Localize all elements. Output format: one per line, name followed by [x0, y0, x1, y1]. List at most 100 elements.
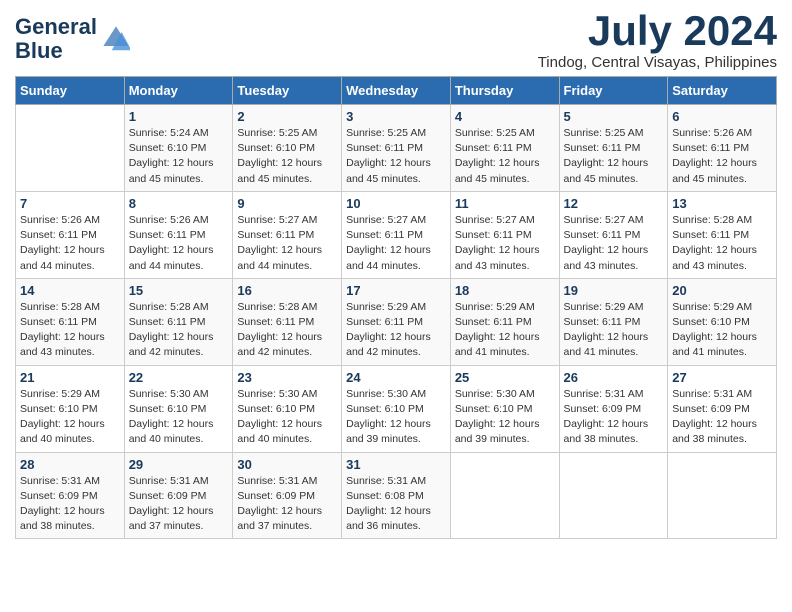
day-info: Sunrise: 5:29 AM Sunset: 6:11 PM Dayligh…	[455, 300, 555, 361]
calendar-cell: 25 Sunrise: 5:30 AM Sunset: 6:10 PM Dayli…	[450, 365, 559, 452]
calendar-cell: 18 Sunrise: 5:29 AM Sunset: 6:11 PM Dayli…	[450, 278, 559, 365]
day-number: 5	[564, 109, 664, 124]
day-number: 9	[237, 196, 337, 211]
day-number: 21	[20, 370, 120, 385]
day-number: 4	[455, 109, 555, 124]
calendar-cell: 6Sunrise: 5:26 AM Sunset: 6:11 PM Daylig…	[668, 105, 777, 192]
day-info: Sunrise: 5:25 AM Sunset: 6:11 PM Dayligh…	[346, 126, 446, 187]
day-of-week-header: Saturday	[668, 77, 777, 105]
day-info: Sunrise: 5:29 AM Sunset: 6:11 PM Dayligh…	[346, 300, 446, 361]
day-number: 24	[346, 370, 446, 385]
day-number: 10	[346, 196, 446, 211]
day-number: 19	[564, 283, 664, 298]
day-number: 14	[20, 283, 120, 298]
day-info: Sunrise: 5:29 AM Sunset: 6:11 PM Dayligh…	[564, 300, 664, 361]
calendar-cell	[559, 452, 668, 539]
calendar-cell: 11 Sunrise: 5:27 AM Sunset: 6:11 PM Dayli…	[450, 191, 559, 278]
day-info: Sunrise: 5:30 AM Sunset: 6:10 PM Dayligh…	[237, 387, 337, 448]
calendar-cell: 20 Sunrise: 5:29 AM Sunset: 6:10 PM Dayli…	[668, 278, 777, 365]
day-of-week-header: Sunday	[16, 77, 125, 105]
day-number: 20	[672, 283, 772, 298]
day-number: 12	[564, 196, 664, 211]
day-of-week-header: Tuesday	[233, 77, 342, 105]
day-info: Sunrise: 5:31 AM Sunset: 6:09 PM Dayligh…	[564, 387, 664, 448]
day-info: Sunrise: 5:26 AM Sunset: 6:11 PM Dayligh…	[20, 213, 120, 274]
day-info: Sunrise: 5:28 AM Sunset: 6:11 PM Dayligh…	[237, 300, 337, 361]
day-number: 16	[237, 283, 337, 298]
calendar-cell: 8 Sunrise: 5:26 AM Sunset: 6:11 PM Daylig…	[124, 191, 233, 278]
days-of-week-row: SundayMondayTuesdayWednesdayThursdayFrid…	[16, 77, 777, 105]
day-of-week-header: Friday	[559, 77, 668, 105]
calendar-cell: 30 Sunrise: 5:31 AM Sunset: 6:09 PM Dayli…	[233, 452, 342, 539]
calendar-cell: 16 Sunrise: 5:28 AM Sunset: 6:11 PM Dayli…	[233, 278, 342, 365]
day-of-week-header: Thursday	[450, 77, 559, 105]
day-number: 3	[346, 109, 446, 124]
calendar-body: 1 Sunrise: 5:24 AM Sunset: 6:10 PM Daylig…	[16, 105, 777, 539]
day-info: Sunrise: 5:28 AM Sunset: 6:11 PM Dayligh…	[129, 300, 229, 361]
day-number: 15	[129, 283, 229, 298]
day-info: Sunrise: 5:31 AM Sunset: 6:09 PM Dayligh…	[237, 474, 337, 535]
calendar-cell: 3 Sunrise: 5:25 AM Sunset: 6:11 PM Daylig…	[342, 105, 451, 192]
day-info: Sunrise: 5:27 AM Sunset: 6:11 PM Dayligh…	[237, 213, 337, 274]
day-info: Sunrise: 5:25 AM Sunset: 6:11 PM Dayligh…	[564, 126, 664, 187]
day-number: 25	[455, 370, 555, 385]
calendar-cell: 5 Sunrise: 5:25 AM Sunset: 6:11 PM Daylig…	[559, 105, 668, 192]
calendar-cell: 7Sunrise: 5:26 AM Sunset: 6:11 PM Daylig…	[16, 191, 125, 278]
day-info: Sunrise: 5:26 AM Sunset: 6:11 PM Dayligh…	[129, 213, 229, 274]
logo-icon	[102, 25, 130, 53]
calendar-cell: 13Sunrise: 5:28 AM Sunset: 6:11 PM Dayli…	[668, 191, 777, 278]
day-info: Sunrise: 5:31 AM Sunset: 6:09 PM Dayligh…	[129, 474, 229, 535]
day-info: Sunrise: 5:30 AM Sunset: 6:10 PM Dayligh…	[346, 387, 446, 448]
calendar-cell	[668, 452, 777, 539]
day-number: 2	[237, 109, 337, 124]
calendar-cell: 31Sunrise: 5:31 AM Sunset: 6:08 PM Dayli…	[342, 452, 451, 539]
day-number: 17	[346, 283, 446, 298]
calendar-cell: 14 Sunrise: 5:28 AM Sunset: 6:11 PM Dayli…	[16, 278, 125, 365]
day-info: Sunrise: 5:30 AM Sunset: 6:10 PM Dayligh…	[129, 387, 229, 448]
day-number: 29	[129, 457, 229, 472]
calendar-cell: 1 Sunrise: 5:24 AM Sunset: 6:10 PM Daylig…	[124, 105, 233, 192]
day-info: Sunrise: 5:29 AM Sunset: 6:10 PM Dayligh…	[672, 300, 772, 361]
day-info: Sunrise: 5:29 AM Sunset: 6:10 PM Dayligh…	[20, 387, 120, 448]
calendar-header: SundayMondayTuesdayWednesdayThursdayFrid…	[16, 77, 777, 105]
day-info: Sunrise: 5:31 AM Sunset: 6:09 PM Dayligh…	[672, 387, 772, 448]
calendar-cell: 15 Sunrise: 5:28 AM Sunset: 6:11 PM Dayli…	[124, 278, 233, 365]
calendar-cell: 29 Sunrise: 5:31 AM Sunset: 6:09 PM Dayli…	[124, 452, 233, 539]
calendar-cell: 12Sunrise: 5:27 AM Sunset: 6:11 PM Dayli…	[559, 191, 668, 278]
calendar-cell	[450, 452, 559, 539]
logo-text: General Blue	[15, 15, 97, 63]
day-number: 22	[129, 370, 229, 385]
calendar-table: SundayMondayTuesdayWednesdayThursdayFrid…	[15, 76, 777, 539]
calendar-week-row: 21 Sunrise: 5:29 AM Sunset: 6:10 PM Dayli…	[16, 365, 777, 452]
day-info: Sunrise: 5:27 AM Sunset: 6:11 PM Dayligh…	[455, 213, 555, 274]
day-info: Sunrise: 5:28 AM Sunset: 6:11 PM Dayligh…	[20, 300, 120, 361]
calendar-cell: 26 Sunrise: 5:31 AM Sunset: 6:09 PM Dayli…	[559, 365, 668, 452]
day-of-week-header: Monday	[124, 77, 233, 105]
day-number: 30	[237, 457, 337, 472]
day-info: Sunrise: 5:26 AM Sunset: 6:11 PM Dayligh…	[672, 126, 772, 187]
day-number: 11	[455, 196, 555, 211]
day-number: 23	[237, 370, 337, 385]
day-number: 8	[129, 196, 229, 211]
title-block: July 2024 Tindog, Central Visayas, Phili…	[538, 10, 777, 71]
calendar-cell: 21 Sunrise: 5:29 AM Sunset: 6:10 PM Dayli…	[16, 365, 125, 452]
day-of-week-header: Wednesday	[342, 77, 451, 105]
day-info: Sunrise: 5:24 AM Sunset: 6:10 PM Dayligh…	[129, 126, 229, 187]
day-number: 18	[455, 283, 555, 298]
day-info: Sunrise: 5:31 AM Sunset: 6:08 PM Dayligh…	[346, 474, 446, 535]
calendar-week-row: 28Sunrise: 5:31 AM Sunset: 6:09 PM Dayli…	[16, 452, 777, 539]
month-year-title: July 2024	[538, 10, 777, 52]
calendar-cell: 28Sunrise: 5:31 AM Sunset: 6:09 PM Dayli…	[16, 452, 125, 539]
day-info: Sunrise: 5:30 AM Sunset: 6:10 PM Dayligh…	[455, 387, 555, 448]
day-number: 26	[564, 370, 664, 385]
calendar-week-row: 14 Sunrise: 5:28 AM Sunset: 6:11 PM Dayli…	[16, 278, 777, 365]
calendar-cell: 10Sunrise: 5:27 AM Sunset: 6:11 PM Dayli…	[342, 191, 451, 278]
calendar-cell: 23 Sunrise: 5:30 AM Sunset: 6:10 PM Dayli…	[233, 365, 342, 452]
calendar-cell: 19 Sunrise: 5:29 AM Sunset: 6:11 PM Dayli…	[559, 278, 668, 365]
day-info: Sunrise: 5:25 AM Sunset: 6:10 PM Dayligh…	[237, 126, 337, 187]
logo: General Blue	[15, 15, 130, 63]
day-info: Sunrise: 5:31 AM Sunset: 6:09 PM Dayligh…	[20, 474, 120, 535]
calendar-week-row: 1 Sunrise: 5:24 AM Sunset: 6:10 PM Daylig…	[16, 105, 777, 192]
day-number: 1	[129, 109, 229, 124]
day-number: 13	[672, 196, 772, 211]
